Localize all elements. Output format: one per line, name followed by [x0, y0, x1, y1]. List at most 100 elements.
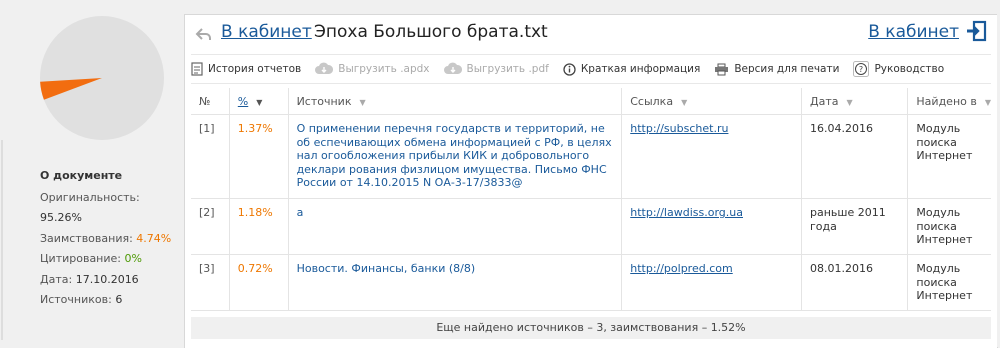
sort-desc-icon[interactable]: ▼: [256, 98, 262, 107]
cell-source[interactable]: a: [288, 198, 623, 255]
cloud-download-icon: [443, 62, 462, 76]
cell-pct: 1.37%: [229, 114, 289, 199]
table-header-row: № % ▼ Источник ▼ Ссылка ▼ Дата ▼ Найдено в ▼: [191, 88, 991, 115]
toolbar-item-1: Выгрузить .apdx: [315, 62, 430, 76]
cell-date: раньше 2011 года: [801, 198, 909, 255]
sort-icon[interactable]: ▼: [681, 98, 687, 107]
sources-table: № % ▼ Источник ▼ Ссылка ▼ Дата ▼ Найдено в ▼ …: [191, 88, 991, 311]
cell-pct: 1.18%: [229, 198, 289, 255]
sort-icon[interactable]: ▼: [359, 98, 365, 107]
cell-num: [1]: [191, 114, 230, 199]
cell-source[interactable]: О применении перечня государств и террит…: [288, 114, 623, 199]
col-date-label[interactable]: Дата: [810, 95, 838, 108]
document-icon[interactable]: [191, 62, 203, 76]
cabinet-link-label[interactable]: В кабинет: [868, 22, 959, 42]
back-to-cabinet-link[interactable]: В кабинет: [221, 22, 312, 42]
more-sources-footer: Еще найдено источников – 3, заимствовани…: [191, 317, 991, 339]
cell-link[interactable]: http://lawdiss.org.ua: [621, 198, 803, 255]
stat-value: 4.74%: [136, 231, 172, 245]
cell-source-text[interactable]: a: [297, 206, 304, 219]
col-pct-header[interactable]: % ▼: [229, 88, 289, 115]
sort-icon[interactable]: ▼: [847, 98, 853, 107]
toolbar-item-3[interactable]: Краткая информация: [563, 62, 701, 76]
stat-label: Оригинальность:: [40, 190, 140, 204]
stat-value: 6: [115, 293, 123, 306]
cell-link[interactable]: http://polpred.com: [621, 254, 803, 311]
toolbar: История отчетов Выгрузить .apdx Выгрузить …: [191, 54, 991, 84]
about-stat-0: Оригинальность: 95.26%: [40, 188, 180, 229]
source-url-link[interactable]: http://polpred.com: [630, 262, 732, 275]
toolbar-item-label[interactable]: Руководство: [874, 63, 944, 75]
back-arrow-icon[interactable]: [195, 25, 213, 43]
about-title: О документе: [40, 169, 123, 182]
col-pct-label[interactable]: %: [238, 95, 248, 108]
cell-source-text[interactable]: О применении перечня государств и террит…: [297, 122, 612, 189]
cell-found: Модуль поиска Интернет: [907, 198, 991, 255]
cell-found-text: Модуль поиска Интернет: [916, 206, 973, 246]
sort-icon[interactable]: ▼: [985, 98, 991, 107]
cell-date-text: раньше 2011 года: [810, 206, 886, 233]
col-date-header[interactable]: Дата ▼: [801, 88, 909, 115]
about-stat-4: Источников: 6: [40, 290, 180, 311]
cell-source[interactable]: Новости. Финансы, банки (8/8): [288, 254, 623, 311]
stat-value: 17.10.2016: [75, 272, 139, 286]
cell-pct-text: 0.72%: [237, 262, 273, 275]
table-row: [1] 1.37% О применении перечня государств …: [191, 114, 991, 199]
file-name: Эпоха Большого брата.txt: [314, 22, 548, 42]
toolbar-item-2: Выгрузить .pdf: [443, 62, 549, 76]
stat-label: Заимствования:: [40, 231, 133, 245]
svg-text:?: ?: [859, 65, 863, 74]
sidebar-divider: [1, 140, 3, 340]
source-url-link[interactable]: http://subschet.ru: [630, 122, 728, 135]
toolbar-item-0[interactable]: История отчетов: [191, 62, 301, 76]
cell-found-text: Модуль поиска Интернет: [916, 262, 973, 302]
cabinet-link[interactable]: В кабинет: [868, 20, 987, 42]
toolbar-item-label: Выгрузить .apdx: [338, 63, 430, 75]
col-link-label[interactable]: Ссылка: [630, 95, 673, 108]
originality-pie-chart: [40, 16, 164, 140]
about-stat-1: Заимствования: 4.74%: [40, 229, 180, 250]
report-panel: В кабинет Эпоха Большого брата.txt В каб…: [184, 14, 998, 348]
toolbar-item-5[interactable]: ? Руководство: [853, 61, 944, 77]
toolbar-item-label[interactable]: Краткая информация: [581, 63, 701, 75]
col-source-label[interactable]: Источник: [297, 95, 352, 108]
col-link-header[interactable]: Ссылка ▼: [621, 88, 803, 115]
about-stat-3: Дата: 17.10.2016: [40, 270, 180, 291]
toolbar-item-label[interactable]: Версия для печати: [734, 63, 839, 75]
cell-date: 16.04.2016: [801, 114, 909, 199]
cell-num: [2]: [191, 198, 230, 255]
cell-found: Модуль поиска Интернет: [907, 254, 991, 311]
toolbar-item-label: Выгрузить .pdf: [466, 63, 549, 75]
stat-label: Источников:: [40, 293, 112, 306]
cell-link[interactable]: http://subschet.ru: [621, 114, 803, 199]
help-icon[interactable]: ?: [853, 61, 870, 77]
cell-date-text: 08.01.2016: [810, 262, 873, 275]
col-source-header[interactable]: Источник ▼: [288, 88, 623, 115]
stat-value: 95.26%: [40, 211, 82, 224]
title-bar: В кабинет Эпоха Большого брата.txt В каб…: [185, 15, 997, 53]
stat-value: 0%: [124, 252, 142, 265]
cloud-download-icon: [315, 62, 334, 76]
cell-found-text: Модуль поиска Интернет: [916, 122, 973, 162]
cell-num: [3]: [191, 254, 230, 311]
info-icon[interactable]: [563, 62, 576, 76]
about-stat-2: Цитирование: 0%: [40, 249, 180, 270]
cell-num-text: [1]: [199, 122, 215, 135]
exit-icon[interactable]: [965, 20, 987, 42]
cell-pct-text: 1.37%: [237, 122, 273, 135]
col-found-header[interactable]: Найдено в ▼: [907, 88, 991, 115]
cell-pct: 0.72%: [229, 254, 289, 311]
table-row: [2] 1.18% a http://lawdiss.org.ua раньше 201…: [191, 198, 991, 255]
source-url-link[interactable]: http://lawdiss.org.ua: [630, 206, 743, 219]
cell-date: 08.01.2016: [801, 254, 909, 311]
col-num-label: №: [199, 94, 211, 108]
col-num-header: №: [191, 88, 230, 115]
col-found-label[interactable]: Найдено в: [916, 95, 976, 108]
cell-pct-text: 1.18%: [237, 206, 273, 219]
cell-source-text[interactable]: Новости. Финансы, банки (8/8): [297, 262, 476, 275]
about-document: О документе Оригинальность: 95.26% Заимст…: [40, 166, 180, 311]
cell-num-text: [3]: [199, 262, 215, 275]
toolbar-item-4[interactable]: Версия для печати: [714, 63, 839, 76]
printer-icon[interactable]: [714, 63, 729, 76]
toolbar-item-label[interactable]: История отчетов: [208, 63, 301, 75]
